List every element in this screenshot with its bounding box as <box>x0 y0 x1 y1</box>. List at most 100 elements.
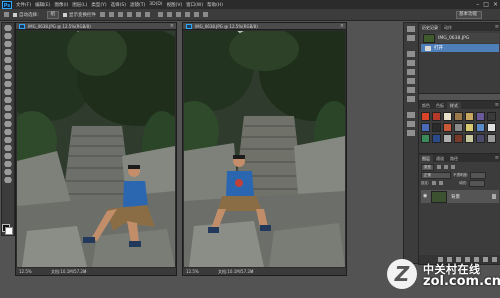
style-swatch[interactable] <box>454 123 463 132</box>
style-swatch[interactable] <box>432 112 441 121</box>
tab-swatches[interactable]: 色板 <box>433 102 447 109</box>
align-right-icon[interactable] <box>145 12 150 17</box>
maximize-button[interactable]: □ <box>483 1 489 8</box>
style-swatch[interactable] <box>465 134 474 143</box>
align-top-icon[interactable] <box>100 12 105 17</box>
menu-type[interactable]: 类型(Y) <box>91 2 106 8</box>
gradient-tool[interactable] <box>4 113 12 119</box>
zoom-level-1[interactable]: 12.5% <box>19 268 32 275</box>
history-panel-icon[interactable] <box>407 26 415 32</box>
style-swatch[interactable] <box>432 134 441 143</box>
menu-layer[interactable]: 图层(L) <box>72 2 87 8</box>
menu-window[interactable]: 窗口(W) <box>186 2 203 8</box>
style-swatch[interactable] <box>432 123 441 132</box>
clone-source-panel-icon[interactable] <box>407 96 415 102</box>
paragraph-panel-icon[interactable] <box>407 69 415 75</box>
eyedropper-tool[interactable] <box>4 65 12 71</box>
menu-select[interactable]: 选择(S) <box>111 2 126 8</box>
style-swatch[interactable] <box>487 134 496 143</box>
tab-layers[interactable]: 图层 <box>419 155 433 162</box>
visibility-eye-icon[interactable]: ◉ <box>423 194 429 199</box>
filter-type-icon[interactable] <box>451 165 455 169</box>
tab-styles[interactable]: 样式 <box>447 102 461 109</box>
history-brush-tool[interactable] <box>4 97 12 103</box>
align-middle-icon[interactable] <box>109 12 114 17</box>
tab-channels[interactable]: 通道 <box>433 155 447 162</box>
canvas-1[interactable] <box>17 31 175 267</box>
style-swatch[interactable] <box>421 134 430 143</box>
distribute-5-icon[interactable] <box>194 12 199 17</box>
path-select-tool[interactable] <box>4 153 12 159</box>
filter-pixel-icon[interactable] <box>437 165 441 169</box>
shape-tool[interactable] <box>4 161 12 167</box>
dodge-tool[interactable] <box>4 129 12 135</box>
opacity-field[interactable] <box>470 171 487 179</box>
checkbox-icon[interactable] <box>13 12 17 17</box>
blend-mode-dropdown[interactable]: 正常 <box>421 171 451 179</box>
align-bottom-icon[interactable] <box>118 12 123 17</box>
style-swatch[interactable] <box>476 123 485 132</box>
tab-history[interactable]: 历史记录 <box>419 24 441 31</box>
workspace-switcher[interactable]: 基本功能 <box>456 11 482 19</box>
type-tool[interactable] <box>4 145 12 151</box>
channels-panel-icon[interactable] <box>407 121 415 127</box>
style-swatch[interactable] <box>421 112 430 121</box>
lasso-tool[interactable] <box>4 41 12 47</box>
actions-panel-icon[interactable] <box>407 35 415 41</box>
menu-file[interactable]: 文件(F) <box>16 2 31 8</box>
pen-tool[interactable] <box>4 137 12 143</box>
adjustments-panel-icon[interactable] <box>407 112 415 118</box>
style-swatch[interactable] <box>454 134 463 143</box>
distribute-6-icon[interactable] <box>203 12 208 17</box>
document-tab-2[interactable]: IMG_0638.JPG @ 12.5%(RGB/8) × <box>183 23 346 30</box>
close-document-button[interactable]: × <box>340 23 344 30</box>
move-tool-icon[interactable] <box>4 12 9 17</box>
layer-kind-filter[interactable]: 类型 <box>421 163 434 171</box>
status-menu-arrow-icon[interactable]: ▸ <box>84 268 86 275</box>
character-panel-icon[interactable] <box>407 78 415 84</box>
clone-stamp-tool[interactable] <box>4 89 12 95</box>
menu-edit[interactable]: 编辑(E) <box>35 2 50 8</box>
style-swatch[interactable] <box>487 112 496 121</box>
eraser-tool[interactable] <box>4 105 12 111</box>
properties-panel-icon[interactable] <box>407 51 415 57</box>
lock-position-icon[interactable] <box>439 181 444 185</box>
marquee-tool[interactable] <box>4 33 12 39</box>
panel-menu-icon[interactable]: ≡ <box>495 155 499 161</box>
zoom-level-2[interactable]: 12.5% <box>186 268 199 275</box>
info-panel-icon[interactable] <box>407 60 415 66</box>
tab-actions[interactable]: 动作 <box>441 24 455 31</box>
menu-image[interactable]: 图像(I) <box>54 2 68 8</box>
menu-3d[interactable]: 3D(D) <box>149 2 162 7</box>
menu-view[interactable]: 视图(V) <box>167 2 183 8</box>
move-tool[interactable] <box>4 25 12 31</box>
tab-color[interactable]: 颜色 <box>419 102 433 109</box>
checkbox-transform-icon[interactable] <box>63 12 67 17</box>
style-swatch[interactable] <box>443 123 452 132</box>
crop-tool[interactable] <box>4 57 12 63</box>
brush-panel-icon[interactable] <box>407 87 415 93</box>
brush-tool[interactable] <box>4 81 12 87</box>
paths-panel-icon[interactable] <box>407 130 415 136</box>
tab-paths[interactable]: 路径 <box>447 155 461 162</box>
status-menu-arrow-icon[interactable]: ▸ <box>251 268 253 275</box>
align-left-icon[interactable] <box>127 12 132 17</box>
style-swatch[interactable] <box>465 123 474 132</box>
blur-tool[interactable] <box>4 121 12 127</box>
lock-pixels-icon[interactable] <box>432 181 437 185</box>
distribute-4-icon[interactable] <box>185 12 190 17</box>
background-color-swatch[interactable] <box>5 227 13 235</box>
document-tab-1[interactable]: IMG_0638.JPG @ 12.5%(RGB/8) × <box>16 23 176 30</box>
minimize-button[interactable]: – <box>476 1 479 8</box>
distribute-icon[interactable] <box>158 12 163 17</box>
close-document-button[interactable]: × <box>170 23 174 30</box>
style-swatch[interactable] <box>465 112 474 121</box>
style-swatch[interactable] <box>476 112 485 121</box>
layer-row-background[interactable]: ◉ 背景 <box>421 190 499 203</box>
history-step-open[interactable]: 打开 <box>421 44 499 52</box>
distribute-2-icon[interactable] <box>167 12 172 17</box>
fill-field[interactable] <box>469 179 486 187</box>
auto-select-dropdown[interactable]: 组 <box>46 10 59 19</box>
menu-filter[interactable]: 滤镜(T) <box>130 2 145 8</box>
close-window-button[interactable]: × <box>493 1 498 8</box>
